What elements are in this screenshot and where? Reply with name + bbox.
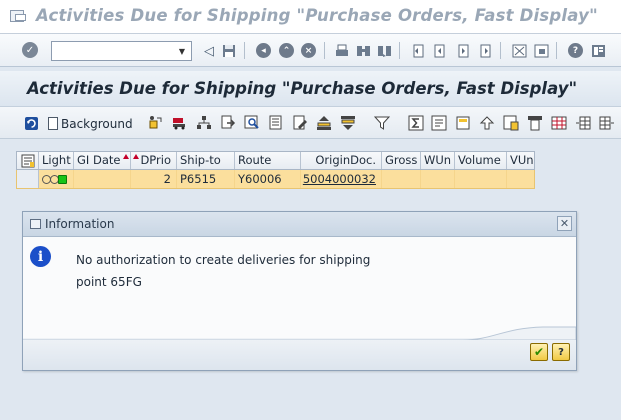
- find-next-icon[interactable]: [376, 43, 392, 59]
- cell-gi-date[interactable]: [74, 170, 131, 188]
- window-title: Activities Due for Shipping "Purchase Or…: [36, 6, 598, 25]
- truck-icon[interactable]: [172, 115, 188, 131]
- last-page-icon[interactable]: [477, 43, 493, 59]
- column-right-icon[interactable]: [599, 115, 615, 131]
- descending-sort-icon[interactable]: [340, 115, 356, 131]
- cell-origin-doc[interactable]: 5004000032: [301, 170, 382, 188]
- first-page-icon[interactable]: [410, 43, 426, 59]
- hierarchy-icon[interactable]: [196, 115, 212, 131]
- column-header-wun[interactable]: WUn: [421, 152, 455, 169]
- next-page-icon[interactable]: [455, 43, 471, 59]
- filter-icon[interactable]: [374, 115, 390, 131]
- column-header-light[interactable]: Light: [39, 152, 74, 169]
- display-details-icon[interactable]: [244, 115, 260, 131]
- continue-button[interactable]: ✔: [530, 343, 548, 361]
- dialog-message-line-1: No authorization to create deliveries fo…: [76, 253, 371, 267]
- info-icon: i: [30, 246, 51, 267]
- help-icon[interactable]: ?: [568, 43, 583, 58]
- window-title-bar: Activities Due for Shipping "Purchase Or…: [0, 0, 621, 34]
- sort-ascending-icon: [123, 154, 129, 159]
- enter-icon[interactable]: ✓: [22, 42, 38, 58]
- export-icon[interactable]: [479, 115, 495, 131]
- spreadsheet-icon[interactable]: [503, 115, 519, 131]
- cell-vun[interactable]: [507, 170, 534, 188]
- application-toolbar: Background: [0, 107, 621, 139]
- system-toolbar: ✓ ▼ ◁ ◂ ⌃ × ?: [0, 34, 621, 67]
- sort-ascending-icon: [133, 154, 139, 159]
- window-icon: [10, 10, 26, 22]
- help-button[interactable]: ?: [552, 343, 570, 361]
- table-icon[interactable]: [551, 115, 567, 131]
- background-label: Background: [61, 116, 133, 131]
- column-header-route[interactable]: Route: [235, 152, 301, 169]
- refresh-icon[interactable]: [23, 115, 39, 131]
- save-icon[interactable]: [221, 43, 237, 59]
- column-header-gi-date[interactable]: GI Date: [74, 152, 131, 169]
- cell-wun[interactable]: [421, 170, 455, 188]
- dialog-title: Information: [45, 217, 115, 231]
- traffic-light-icon: [39, 170, 74, 188]
- exit-icon[interactable]: ⌃: [279, 43, 294, 58]
- prev-page-icon[interactable]: [431, 43, 447, 59]
- cell-dprio[interactable]: 2: [131, 170, 177, 188]
- cancel-icon[interactable]: ×: [301, 43, 316, 58]
- column-header-dprio[interactable]: DPrio: [131, 152, 177, 169]
- print-preview-icon[interactable]: [455, 115, 471, 131]
- layout-icon[interactable]: [511, 43, 527, 59]
- cell-gross[interactable]: [382, 170, 421, 188]
- customize-icon[interactable]: [590, 43, 606, 59]
- close-icon[interactable]: ✕: [557, 216, 572, 231]
- dialog-message-line-2: point 65FG: [76, 275, 142, 289]
- green-light-icon: [58, 175, 67, 184]
- information-dialog: Information ✕ i No authorization to crea…: [22, 211, 577, 371]
- new-session-icon[interactable]: [533, 43, 549, 59]
- back-nav-icon[interactable]: ◂: [256, 43, 271, 58]
- background-button[interactable]: Background: [48, 115, 133, 132]
- document-transfer-icon[interactable]: [220, 115, 236, 131]
- dialog-message: No authorization to create deliveries fo…: [76, 249, 376, 293]
- find-icon[interactable]: [355, 43, 371, 59]
- document-icon: [48, 117, 58, 130]
- create-delivery-icon[interactable]: [148, 115, 164, 131]
- dialog-footer: ✔ ?: [23, 326, 576, 370]
- row-selector[interactable]: [17, 170, 39, 188]
- command-input[interactable]: [52, 42, 172, 60]
- select-all-button[interactable]: [17, 152, 39, 169]
- column-header-vun[interactable]: VUn: [507, 152, 534, 169]
- grid-header: Light GI Date DPrio Ship-to Route Origin…: [16, 151, 535, 170]
- footer-wave: [23, 326, 576, 340]
- dialog-title-bar: Information ✕: [23, 212, 576, 237]
- column-left-icon[interactable]: [575, 115, 591, 131]
- column-header-origin-doc[interactable]: OriginDoc.: [301, 152, 382, 169]
- screen-title-bar: Activities Due for Shipping "Purchase Or…: [0, 71, 621, 107]
- table-row[interactable]: 2 P6515 Y60006 5004000032: [16, 170, 535, 189]
- cell-ship-to[interactable]: P6515: [177, 170, 235, 188]
- subtotal-icon[interactable]: [431, 115, 447, 131]
- column-header-volume[interactable]: Volume: [455, 152, 507, 169]
- column-header-gross[interactable]: Gross: [382, 152, 421, 169]
- cell-route[interactable]: Y60006: [235, 170, 301, 188]
- column-header-dprio-label: DPrio: [140, 153, 171, 167]
- edit-document-icon[interactable]: [292, 115, 308, 131]
- total-icon[interactable]: [408, 115, 424, 131]
- column-header-ship-to[interactable]: Ship-to: [177, 152, 235, 169]
- command-field[interactable]: ▼: [51, 41, 192, 61]
- page-title: Activities Due for Shipping "Purchase Or…: [27, 79, 578, 98]
- window-icon: [30, 219, 41, 229]
- list-icon[interactable]: [268, 115, 284, 131]
- column-header-gi-date-label: GI Date: [77, 153, 121, 167]
- print-icon[interactable]: [334, 43, 350, 59]
- ascending-sort-icon[interactable]: [316, 115, 332, 131]
- chevron-down-icon[interactable]: ▼: [173, 42, 191, 60]
- layout-choose-icon[interactable]: [527, 115, 543, 131]
- cell-volume[interactable]: [455, 170, 507, 188]
- origin-doc-link[interactable]: 5004000032: [303, 172, 376, 186]
- back-icon[interactable]: ◁: [201, 43, 217, 59]
